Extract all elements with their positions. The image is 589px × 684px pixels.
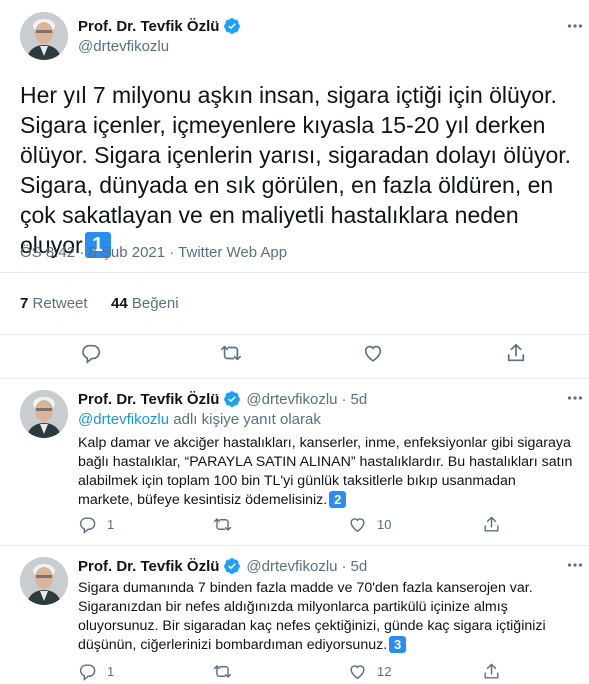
avatar[interactable] bbox=[20, 12, 68, 60]
reply-tweet[interactable]: Prof. Dr. Tevfik Özlü @drtevfikozlu · 5d… bbox=[0, 547, 589, 684]
reply-action[interactable]: 1 bbox=[78, 662, 114, 681]
more-icon[interactable] bbox=[567, 18, 583, 39]
reply-to-suffix: adlı kişiye yanıt olarak bbox=[169, 411, 321, 428]
main-tweet: Prof. Dr. Tevfik Özlü @drtevfikozlu Her … bbox=[0, 0, 589, 379]
share-action[interactable] bbox=[482, 662, 501, 681]
retweet-icon[interactable] bbox=[213, 662, 232, 681]
retweet-label: Retweet bbox=[32, 295, 88, 312]
reply-icon[interactable] bbox=[78, 662, 97, 681]
timestamp[interactable]: 5d bbox=[351, 391, 368, 408]
like-icon[interactable] bbox=[348, 515, 367, 534]
share-icon[interactable] bbox=[482, 662, 501, 681]
tweet-stats: 7 Retweet 44 Beğeni bbox=[0, 272, 589, 335]
reply-tweet[interactable]: Prof. Dr. Tevfik Özlü @drtevfikozlu · 5d… bbox=[0, 380, 589, 546]
share-icon[interactable] bbox=[505, 342, 527, 364]
tweet-actions: 1 10 bbox=[78, 515, 568, 535]
author-handle[interactable]: @drtevfikozlu bbox=[78, 38, 169, 55]
avatar[interactable] bbox=[20, 390, 68, 438]
author-name[interactable]: Prof. Dr. Tevfik Özlü bbox=[78, 391, 219, 408]
like-action[interactable]: 12 bbox=[348, 662, 391, 681]
share-icon[interactable] bbox=[482, 515, 501, 534]
more-icon[interactable] bbox=[567, 557, 583, 578]
reply-count: 1 bbox=[107, 664, 115, 679]
reply-icon[interactable] bbox=[80, 342, 102, 364]
share-action[interactable] bbox=[482, 515, 501, 534]
keycap-number-badge: 2 bbox=[329, 490, 347, 508]
reply-to-link[interactable]: @drtevfikozlu bbox=[78, 411, 169, 428]
like-count: 44 bbox=[111, 295, 128, 312]
retweet-count: 7 bbox=[20, 295, 29, 312]
verified-badge-icon bbox=[223, 17, 241, 35]
more-icon[interactable] bbox=[567, 390, 583, 411]
retweet-stat[interactable]: 7 Retweet bbox=[20, 295, 88, 312]
like-icon[interactable] bbox=[348, 662, 367, 681]
retweet-icon[interactable] bbox=[213, 515, 232, 534]
author-row: Prof. Dr. Tevfik Özlü bbox=[78, 17, 241, 35]
like-stat[interactable]: 44 Beğeni bbox=[111, 295, 179, 312]
verified-badge-icon bbox=[223, 557, 241, 575]
separator: · bbox=[341, 557, 347, 575]
like-count: 10 bbox=[377, 517, 392, 532]
tweet-text: Kalp damar ve akciğer hastalıkları, kans… bbox=[78, 434, 573, 510]
reply-icon[interactable] bbox=[78, 515, 97, 534]
retweet-icon[interactable] bbox=[220, 342, 242, 364]
reply-context: @drtevfikozlu adlı kişiye yanıt olarak bbox=[78, 411, 321, 428]
like-label: Beğeni bbox=[131, 295, 179, 312]
tweet-text: Sigara dumanında 7 binden fazla madde ve… bbox=[78, 579, 573, 655]
avatar[interactable] bbox=[20, 557, 68, 605]
verified-badge-icon bbox=[223, 390, 241, 408]
author-name[interactable]: Prof. Dr. Tevfik Özlü bbox=[78, 558, 219, 575]
tweet-actions bbox=[0, 336, 589, 379]
author-name[interactable]: Prof. Dr. Tevfik Özlü bbox=[78, 18, 219, 35]
like-icon[interactable] bbox=[362, 342, 384, 364]
separator: · bbox=[341, 390, 347, 408]
like-action[interactable]: 10 bbox=[348, 515, 391, 534]
keycap-number-badge: 3 bbox=[389, 635, 407, 653]
reply-count: 1 bbox=[107, 517, 115, 532]
like-count: 12 bbox=[377, 664, 392, 679]
tweet-body: Sigara dumanında 7 binden fazla madde ve… bbox=[78, 580, 546, 653]
reply-header: Prof. Dr. Tevfik Özlü @drtevfikozlu · 5d bbox=[78, 557, 367, 575]
timestamp[interactable]: 5d bbox=[351, 558, 368, 575]
tweet-meta[interactable]: ÖS 8:42 · 8 Şub 2021 · Twitter Web App bbox=[20, 244, 287, 261]
author-handle[interactable]: @drtevfikozlu bbox=[246, 558, 337, 575]
author-handle[interactable]: @drtevfikozlu bbox=[246, 391, 337, 408]
reply-action[interactable]: 1 bbox=[78, 515, 114, 534]
reply-header: Prof. Dr. Tevfik Özlü @drtevfikozlu · 5d bbox=[78, 390, 367, 408]
tweet-text: Her yıl 7 milyonu aşkın insan, sigara iç… bbox=[20, 80, 580, 260]
retweet-action[interactable] bbox=[213, 662, 242, 681]
retweet-action[interactable] bbox=[213, 515, 242, 534]
tweet-actions: 1 12 bbox=[78, 662, 568, 682]
tweet-body: Kalp damar ve akciğer hastalıkları, kans… bbox=[78, 435, 573, 508]
